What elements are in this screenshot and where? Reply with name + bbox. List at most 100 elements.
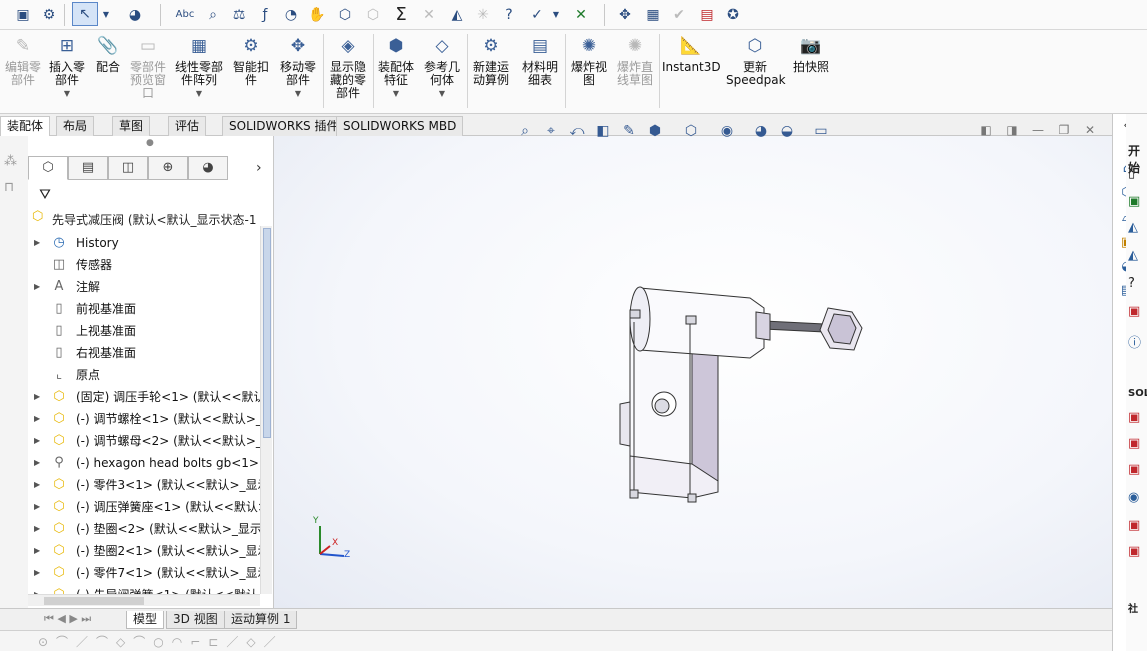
filter-icon[interactable]: ⛛ bbox=[32, 184, 58, 206]
expand-icon[interactable]: ▶ bbox=[34, 540, 44, 562]
tree-item[interactable]: ▶ ⬡ (固定) 调压手轮<1> (默认<<默认_ bbox=[28, 386, 260, 408]
check-pin-icon[interactable]: ✓ bbox=[526, 4, 548, 26]
explode-line-sketch-button[interactable]: ✺ 爆炸直线草图 bbox=[614, 34, 656, 87]
globe-icon[interactable]: ✪ bbox=[722, 4, 744, 26]
graphics-area[interactable]: ⌕ ⌖ ⤺ ◧ ✎ ⬢ ⬡ ◉ ◕ ◒ ▭ ◧ ◨ — ❐ ✕ Y Z X bbox=[274, 123, 1112, 608]
measure-icon[interactable]: ⚖ bbox=[228, 4, 250, 26]
flyout-icon[interactable]: ⁂ bbox=[4, 154, 17, 169]
graduation-icon[interactable]: ◭ bbox=[1128, 220, 1138, 235]
help-icon[interactable]: ? bbox=[1128, 276, 1135, 291]
tree-item[interactable]: ▶ ⬡ (-) 调节螺母<2> (默认<<默认>_显 bbox=[28, 430, 260, 452]
linear-pattern-button[interactable]: ▦ 线性零部件阵列 ▼ bbox=[174, 34, 224, 100]
assembly-model[interactable] bbox=[274, 136, 1112, 608]
tree-item[interactable]: ◫ 传感器 bbox=[28, 254, 260, 276]
expand-icon[interactable]: ▶ bbox=[34, 518, 44, 540]
tab-mbd[interactable]: SOLIDWORKS MBD bbox=[336, 116, 464, 136]
pdf-icon[interactable]: ▤ bbox=[696, 4, 718, 26]
horizontal-scrollbar[interactable] bbox=[28, 594, 260, 606]
feature-tree-tab-icon[interactable]: ⬡ bbox=[28, 156, 68, 180]
configuration-tab-icon[interactable]: ◫ bbox=[108, 156, 148, 180]
expand-icon[interactable]: ▶ bbox=[34, 408, 44, 430]
exploded-view-button[interactable]: ✺ 爆炸视图 bbox=[568, 34, 610, 87]
zoom-icon[interactable]: ⌕ bbox=[202, 4, 224, 26]
sw-app-icon[interactable]: ▣ bbox=[1128, 410, 1140, 425]
tree-item[interactable]: ▶ ⬡ (-) 零件3<1> (默认<<默认>_显示 bbox=[28, 474, 260, 496]
insert-component-button[interactable]: ⊞ 插入零部件 ▼ bbox=[46, 34, 88, 100]
scrollbar-thumb[interactable] bbox=[44, 597, 144, 605]
chevron-right-icon[interactable]: › bbox=[256, 156, 262, 180]
tutorial-icon[interactable]: ▣ bbox=[1128, 194, 1140, 209]
tree-item[interactable]: ▶ ⚲ (-) hexagon head bolts gb<1> bbox=[28, 452, 260, 474]
spelling-icon[interactable]: Abc bbox=[174, 4, 196, 26]
expand-icon[interactable]: ▶ bbox=[34, 232, 44, 254]
nav-arrows-icon[interactable]: ⏮ ◀ ▶ ⏭ bbox=[44, 612, 91, 626]
tab-sketch[interactable]: 草图 bbox=[112, 116, 151, 136]
smart-fastener-button[interactable]: ⚙ 智能扣件 bbox=[230, 34, 272, 87]
help-doc-icon[interactable]: ? bbox=[498, 4, 520, 26]
sw-app-icon[interactable]: ▣ bbox=[1128, 436, 1140, 451]
tab-evaluate[interactable]: 评估 bbox=[168, 116, 207, 136]
tab-layout[interactable]: 布局 bbox=[56, 116, 95, 136]
info-icon[interactable]: ⓘ bbox=[1128, 332, 1141, 351]
select-arrow-icon[interactable]: ↖ bbox=[72, 2, 98, 26]
graduation-icon[interactable]: ◭ bbox=[1128, 248, 1138, 263]
display-manager-tab-icon[interactable]: ◕ bbox=[188, 156, 228, 180]
instant3d-button[interactable]: 📐 Instant3D bbox=[662, 34, 721, 74]
expand-icon[interactable]: ▶ bbox=[34, 276, 44, 298]
tab-3d-view[interactable]: 3D 视图 bbox=[166, 611, 225, 629]
tree-item[interactable]: ▶ ⬡ (-) 垫圈2<1> (默认<<默认>_显示 bbox=[28, 540, 260, 562]
expand-icon[interactable]: ▶ bbox=[34, 562, 44, 584]
update-speedpak-button[interactable]: ⬡ 更新Speedpak bbox=[726, 34, 786, 87]
expand-icon[interactable]: ▶ bbox=[34, 430, 44, 452]
tab-assembly[interactable]: 装配体 bbox=[0, 116, 51, 136]
tree-item[interactable]: ▶ ◷ History bbox=[28, 232, 260, 254]
tree-item[interactable]: ▯ 前视基准面 bbox=[28, 298, 260, 320]
take-snapshot-button[interactable]: 📷 拍快照 bbox=[788, 34, 834, 74]
chevron-down-icon[interactable]: ▼ bbox=[100, 4, 112, 26]
expand-icon[interactable]: ▶ bbox=[34, 386, 44, 408]
gauge-icon[interactable]: ◔ bbox=[280, 4, 302, 26]
tab-model[interactable]: 模型 bbox=[126, 611, 165, 629]
scrollbar-thumb[interactable] bbox=[263, 228, 271, 438]
mirror-icon[interactable]: ◭ bbox=[446, 4, 468, 26]
chevron-down-icon[interactable]: ▼ bbox=[550, 4, 562, 26]
component-preview-button[interactable]: ▭ 零部件预览窗口 bbox=[126, 34, 170, 100]
tab-motion-study[interactable]: 运动算例 1 bbox=[224, 611, 298, 629]
expand-icon[interactable]: ▶ bbox=[34, 474, 44, 496]
new-motion-study-button[interactable]: ⚙ 新建运动算例 bbox=[470, 34, 512, 87]
move-component-button[interactable]: ✥ 移动零部件 ▼ bbox=[276, 34, 320, 100]
tree-item[interactable]: ⌞ 原点 bbox=[28, 364, 260, 386]
edit-component-button[interactable]: ✎ 编辑零部件 bbox=[2, 34, 44, 87]
reference-geometry-button[interactable]: ◇ 参考几何体 ▼ bbox=[420, 34, 464, 100]
panel-grip-icon[interactable]: ● bbox=[146, 138, 154, 148]
bom-button[interactable]: ▤ 材料明细表 bbox=[518, 34, 562, 87]
sw-icon[interactable]: ▣ bbox=[1128, 304, 1140, 319]
cube-check-icon[interactable]: ⬡ bbox=[334, 4, 356, 26]
tree-root[interactable]: ⬡ 先导式减压阀 (默认<默认_显示状态-1 bbox=[28, 208, 260, 228]
property-manager-tab-icon[interactable]: ▤ bbox=[68, 156, 108, 180]
tree-item[interactable]: ▶ A 注解 bbox=[28, 276, 260, 298]
tree-item[interactable]: ▯ 上视基准面 bbox=[28, 320, 260, 342]
flyout-icon[interactable]: ⊓ bbox=[4, 180, 14, 195]
expand-icon[interactable]: ▶ bbox=[34, 496, 44, 518]
rebuild-settings-icon[interactable]: ⚙ bbox=[38, 4, 60, 26]
sw-app-icon[interactable]: ▣ bbox=[1128, 518, 1140, 533]
mate-button[interactable]: 📎 配合 bbox=[92, 34, 124, 74]
sum-icon[interactable]: Σ bbox=[390, 4, 412, 26]
sw-app-icon[interactable]: ▣ bbox=[1128, 462, 1140, 477]
eye-icon[interactable]: ◉ bbox=[1128, 490, 1139, 505]
excel-icon[interactable]: ✕ bbox=[570, 4, 592, 26]
tab-addins[interactable]: SOLIDWORKS 插件 bbox=[222, 116, 346, 136]
network-icon[interactable]: ✥ bbox=[614, 4, 636, 26]
show-hidden-button[interactable]: ◈ 显示隐藏的零部件 bbox=[326, 34, 370, 100]
vertical-scrollbar[interactable] bbox=[260, 226, 272, 594]
assembly-feature-button[interactable]: ⬢ 装配体特征 ▼ bbox=[376, 34, 416, 100]
tree-item[interactable]: ▶ ⬡ (-) 调压弹簧座<1> (默认<<默认> bbox=[28, 496, 260, 518]
grid-icon[interactable]: ▦ bbox=[642, 4, 664, 26]
dimxpert-tab-icon[interactable]: ⊕ bbox=[148, 156, 188, 180]
document-icon[interactable]: ▯ bbox=[1128, 166, 1135, 181]
tree-item[interactable]: ▶ ⬡ (-) 调节螺栓<1> (默认<<默认>_显 bbox=[28, 408, 260, 430]
appearance-icon[interactable]: ◕ bbox=[124, 4, 146, 26]
options-icon[interactable]: ▣ bbox=[12, 4, 34, 26]
sw-app-icon[interactable]: ▣ bbox=[1128, 544, 1140, 559]
